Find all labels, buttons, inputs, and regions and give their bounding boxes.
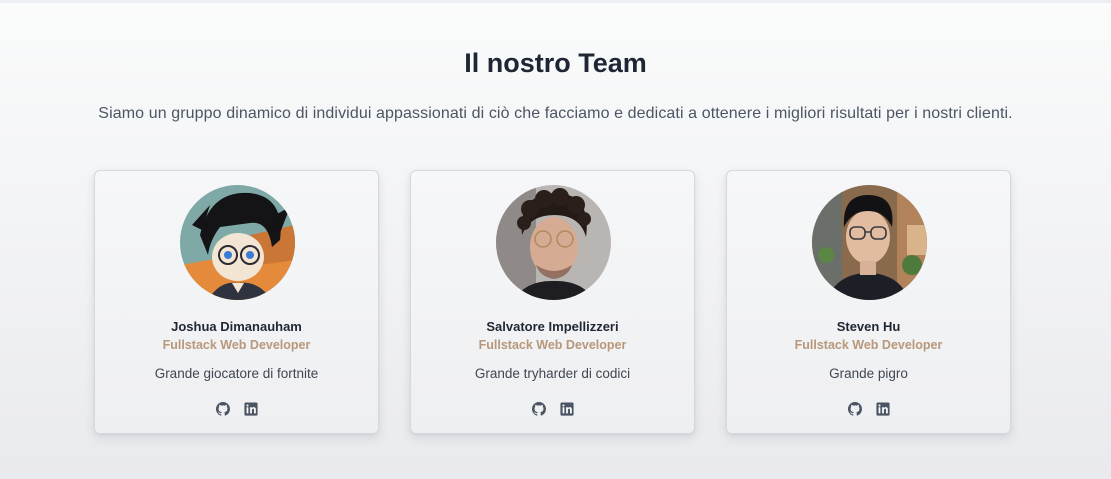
member-role: Fullstack Web Developer [478,338,627,352]
section-title: Il nostro Team [464,48,647,78]
github-icon[interactable] [531,402,546,416]
member-description: Grande tryharder di codici [474,366,631,381]
avatar [180,185,295,300]
team-card-steven: Steven Hu Fullstack Web Developer Grande… [726,170,1011,434]
team-section: Il nostro Team Siamo un gruppo dinamico … [0,0,1111,479]
linkedin-icon[interactable] [243,402,258,416]
member-name: Salvatore Impellizzeri [486,319,619,334]
member-description: Grande pigro [829,366,908,381]
github-icon[interactable] [215,402,230,416]
curly-hair-glasses-portrait [496,185,611,300]
linkedin-icon[interactable] [875,402,890,416]
avatar [496,185,611,300]
team-card-salvatore: Salvatore Impellizzeri Fullstack Web Dev… [410,170,695,434]
github-icon[interactable] [847,402,862,416]
section-subtitle: Siamo un gruppo dinamico di individui ap… [98,105,1013,122]
member-name: Steven Hu [836,319,901,334]
linkedin-icon[interactable] [559,402,574,416]
member-role: Fullstack Web Developer [162,338,311,352]
member-name: Joshua Dimanauham [171,319,302,334]
social-links [95,402,378,416]
team-card-joshua: Joshua Dimanauham Fullstack Web Develope… [94,170,379,434]
member-role: Fullstack Web Developer [794,338,943,352]
member-description: Grande giocatore di fortnite [154,366,319,381]
social-links [727,402,1010,416]
glasses-indoor-portrait [812,185,927,300]
social-links [411,402,694,416]
avatar [812,185,927,300]
anime-character-avatar [180,185,295,300]
